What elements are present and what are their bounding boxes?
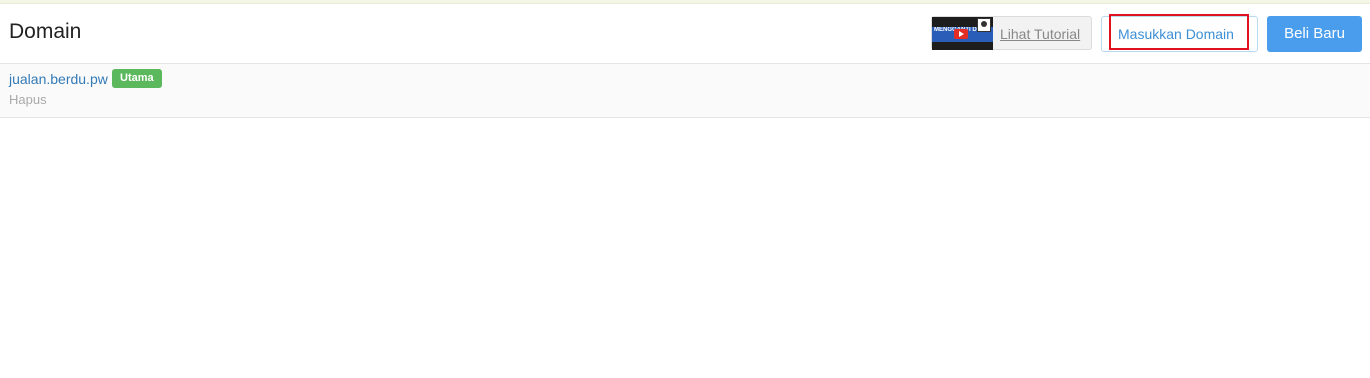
delete-domain-link[interactable]: Hapus	[9, 92, 47, 107]
buy-new-button[interactable]: Beli Baru	[1267, 16, 1362, 52]
view-tutorial-button[interactable]: MENGGANTI DOMAIN TAMU Lihat Tutorial	[931, 16, 1092, 50]
tutorial-video-thumbnail[interactable]: MENGGANTI DOMAIN TAMU	[932, 17, 993, 50]
enter-domain-button[interactable]: Masukkan Domain	[1101, 16, 1258, 52]
play-icon	[954, 29, 968, 39]
primary-badge: Utama	[112, 69, 162, 88]
page-header: Domain MENGGANTI DOMAIN TAMU Lihat Tutor…	[0, 4, 1370, 64]
domain-name-link[interactable]: jualan.berdu.pw	[9, 71, 108, 87]
page-title: Domain	[9, 20, 82, 43]
view-tutorial-label[interactable]: Lihat Tutorial	[1000, 26, 1080, 42]
buy-new-label: Beli Baru	[1284, 25, 1345, 42]
enter-domain-label: Masukkan Domain	[1118, 26, 1234, 42]
domain-list-item: jualan.berdu.pw Utama Hapus	[0, 64, 1370, 118]
presenter-avatar-icon	[977, 18, 991, 32]
